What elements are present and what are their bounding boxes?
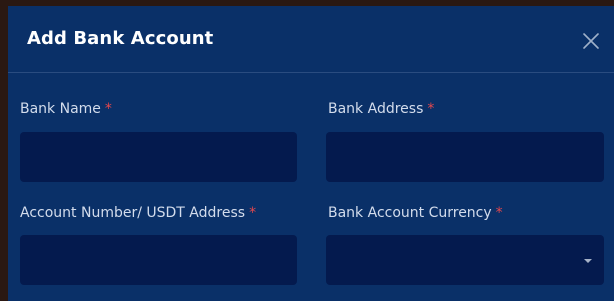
currency-label: Bank Account Currency * — [328, 205, 503, 221]
account-number-label-text: Account Number/ USDT Address — [20, 205, 246, 221]
currency-label-text: Bank Account Currency — [328, 205, 492, 221]
account-number-label: Account Number/ USDT Address * — [20, 205, 256, 221]
close-icon — [583, 33, 599, 49]
currency-select[interactable] — [326, 235, 604, 285]
modal-header: Add Bank Account — [8, 6, 614, 73]
required-mark: * — [104, 101, 112, 117]
bank-address-label: Bank Address * — [328, 101, 434, 117]
add-bank-account-modal: Add Bank Account Bank Name * Bank Address… — [8, 6, 614, 301]
required-mark: * — [427, 101, 435, 117]
close-button[interactable] — [580, 30, 602, 52]
required-mark: * — [249, 205, 257, 221]
modal-title: Add Bank Account — [27, 28, 214, 49]
bank-address-input[interactable] — [326, 132, 604, 182]
bank-name-label-text: Bank Name — [20, 101, 101, 117]
bank-name-input[interactable] — [20, 132, 297, 182]
chevron-down-icon — [584, 259, 592, 263]
account-number-input[interactable] — [20, 235, 297, 285]
bank-name-label: Bank Name * — [20, 101, 112, 117]
bank-address-label-text: Bank Address — [328, 101, 424, 117]
required-mark: * — [495, 205, 503, 221]
